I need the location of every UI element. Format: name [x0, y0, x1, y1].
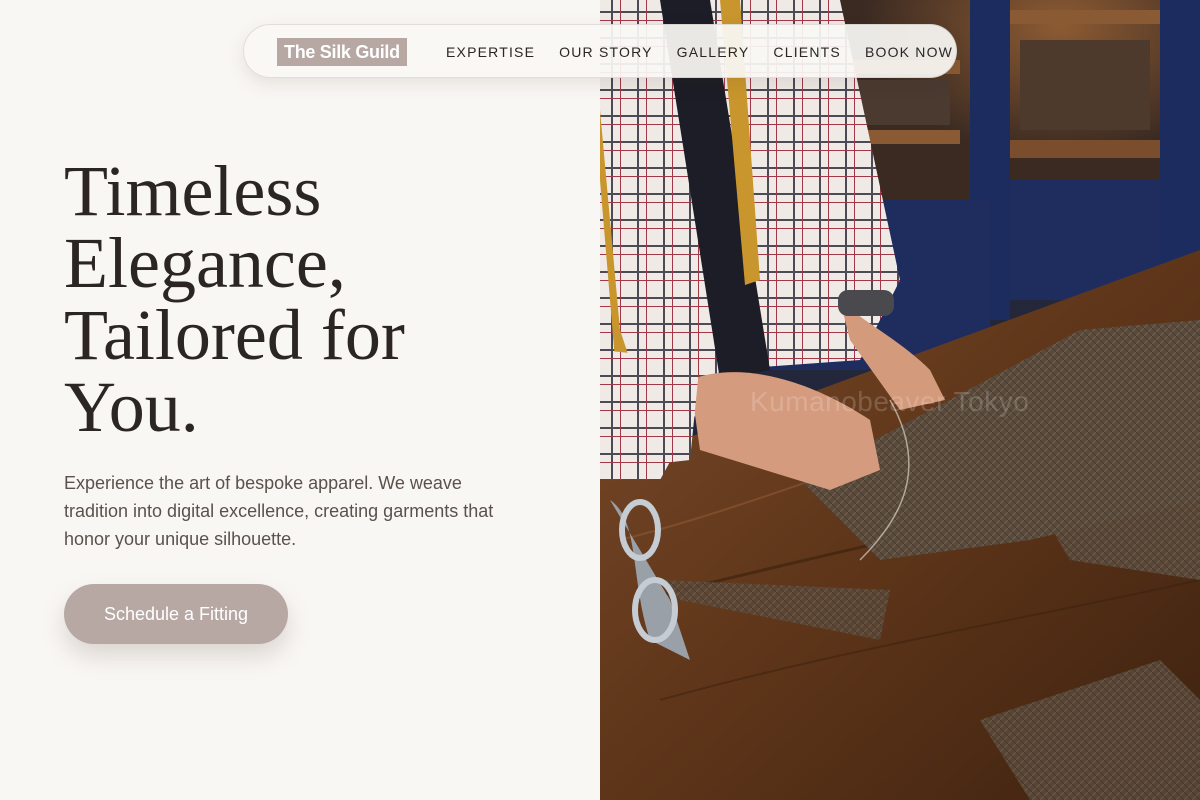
nav-link-expertise[interactable]: EXPERTISE	[446, 44, 535, 60]
hero-title-line: Tailored for	[64, 295, 405, 375]
nav-link-gallery[interactable]: GALLERY	[677, 44, 750, 60]
hero-subtitle: Experience the art of bespoke apparel. W…	[64, 473, 494, 549]
top-navigation: The Silk Guild EXPERTISE OUR STORY GALLE…	[243, 24, 957, 78]
nav-link-book-now[interactable]: BOOK NOW	[865, 44, 953, 60]
brand-logo[interactable]: The Silk Guild	[277, 38, 407, 66]
nav-link-clients[interactable]: CLIENTS	[773, 44, 841, 60]
hero-title: Timeless Elegance, Tailored for You.	[64, 155, 564, 443]
hero-title-line: Timeless	[64, 151, 322, 231]
nav-link-our-story[interactable]: OUR STORY	[559, 44, 653, 60]
hero-title-line: You.	[64, 367, 199, 447]
nav-links: EXPERTISE OUR STORY GALLERY CLIENTS BOOK…	[446, 25, 953, 79]
hero-title-line: Elegance,	[64, 223, 346, 303]
hero-section: Timeless Elegance, Tailored for You. Exp…	[0, 0, 600, 800]
photo-watermark: Kumanobeaver Tokyo	[750, 386, 1030, 417]
schedule-fitting-button[interactable]: Schedule a Fitting	[64, 584, 288, 644]
hero-image-tailor: Kumanobeaver Tokyo	[600, 0, 1200, 800]
